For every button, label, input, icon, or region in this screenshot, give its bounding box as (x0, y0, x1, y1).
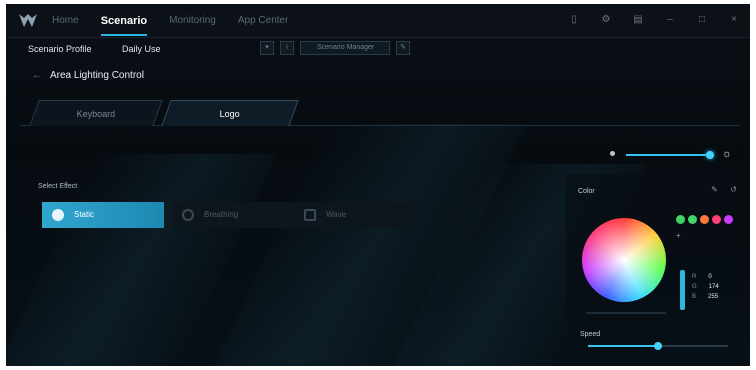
title-bar: Home Scenario Monitoring App Center ▯ ⚙ … (6, 4, 750, 38)
menu-icon[interactable]: ▤ (632, 14, 644, 26)
rgb-row-b: B 255 (692, 292, 725, 302)
speed-fill (588, 345, 658, 347)
tab-logo[interactable]: Logo (161, 100, 299, 126)
color-swatch[interactable] (724, 215, 733, 224)
color-panel-tools: ✎ ↺ (710, 185, 738, 194)
brightness-track[interactable] (626, 151, 714, 159)
speed-knob[interactable] (654, 342, 662, 350)
profile-info-icon[interactable]: i (280, 41, 294, 55)
brightness-knob[interactable] (706, 151, 714, 159)
effect-wave-button[interactable]: Wave (294, 202, 416, 228)
color-swatch[interactable] (688, 215, 697, 224)
minimize-icon[interactable]: – (664, 14, 676, 26)
brightness-fill (626, 154, 710, 156)
wave-icon (304, 209, 316, 221)
hue-bar[interactable] (680, 270, 685, 310)
close-icon[interactable]: × (728, 14, 740, 26)
color-swatch[interactable] (712, 215, 721, 224)
effect-static-label: Static (74, 210, 95, 219)
profile-edit-icon[interactable]: ✎ (396, 41, 410, 55)
tab-keyboard[interactable]: Keyboard (29, 100, 163, 126)
eyedropper-icon[interactable]: ✎ (710, 185, 719, 194)
nav-scenario[interactable]: Scenario (100, 15, 148, 36)
scenario-profile-name[interactable]: Daily Use (122, 44, 161, 54)
lighting-tabs: Keyboard Logo (20, 100, 740, 126)
color-swatch[interactable] (700, 215, 709, 224)
page-title: Area Lighting Control (50, 70, 144, 81)
effect-static-button[interactable]: Static (42, 202, 164, 228)
rgb-b-value[interactable]: 255 (708, 292, 724, 302)
rgb-r-value[interactable]: 0 (708, 272, 724, 282)
rgb-row-r: R0 (692, 272, 725, 282)
profile-controls: ▾ i Scenario Manager ✎ (260, 41, 410, 55)
brightness-slider[interactable]: ☼ (610, 148, 736, 162)
device-icon[interactable]: ▯ (568, 14, 580, 26)
scenario-profile-label: Scenario Profile (28, 44, 92, 54)
settings-icon[interactable]: ⚙ (600, 14, 612, 26)
nav-monitoring[interactable]: Monitoring (169, 15, 216, 27)
back-arrow-icon[interactable]: ← (32, 70, 42, 81)
rgb-values: R0 G 174 B 255 (692, 272, 725, 302)
color-wheel-base (586, 312, 666, 314)
predator-logo-icon (19, 14, 37, 27)
effect-wave-label: Wave (326, 210, 347, 219)
rgb-r-label: R (692, 274, 697, 280)
breathing-icon (182, 209, 194, 221)
profile-dropdown-icon[interactable]: ▾ (260, 41, 274, 55)
maximize-icon[interactable]: □ (696, 14, 708, 26)
effect-breathing-button[interactable]: Breathing (172, 202, 294, 228)
brightness-low-icon (610, 151, 615, 156)
window-controls: ▯ ⚙ ▤ – □ × (568, 14, 740, 26)
effect-breathing-label: Breathing (204, 210, 239, 219)
scenario-manager-button[interactable]: Scenario Manager (300, 41, 390, 55)
tab-keyboard-label: Keyboard (76, 109, 115, 119)
rgb-b-label: B (692, 294, 697, 300)
tab-logo-label: Logo (219, 109, 240, 119)
color-panel: Color ✎ ↺ + R0 G 174 B 255 Speed (566, 174, 746, 350)
profile-bar: Scenario Profile Daily Use ▾ i Scenario … (6, 38, 750, 60)
static-icon (52, 209, 64, 221)
app-window: Home Scenario Monitoring App Center ▯ ⚙ … (6, 4, 750, 366)
speed-slider[interactable] (588, 342, 728, 350)
rgb-g-label: G (692, 284, 697, 290)
breadcrumb[interactable]: ← Area Lighting Control (32, 70, 144, 81)
main-nav: Home Scenario Monitoring App Center (52, 15, 289, 36)
nav-app-center[interactable]: App Center (238, 15, 289, 27)
color-swatch[interactable] (676, 215, 685, 224)
add-swatch-icon[interactable]: + (676, 232, 684, 240)
select-effect-label: Select Effect (38, 183, 78, 190)
nav-home[interactable]: Home (52, 15, 79, 27)
color-label: Color (578, 188, 595, 195)
color-swatches (676, 215, 733, 224)
reset-icon[interactable]: ↺ (729, 185, 738, 194)
brightness-high-icon: ☼ (721, 148, 732, 160)
rgb-g-value[interactable]: 174 (709, 282, 725, 292)
color-wheel[interactable] (582, 218, 666, 302)
rgb-row-g: G 174 (692, 282, 725, 292)
speed-label: Speed (580, 331, 601, 338)
